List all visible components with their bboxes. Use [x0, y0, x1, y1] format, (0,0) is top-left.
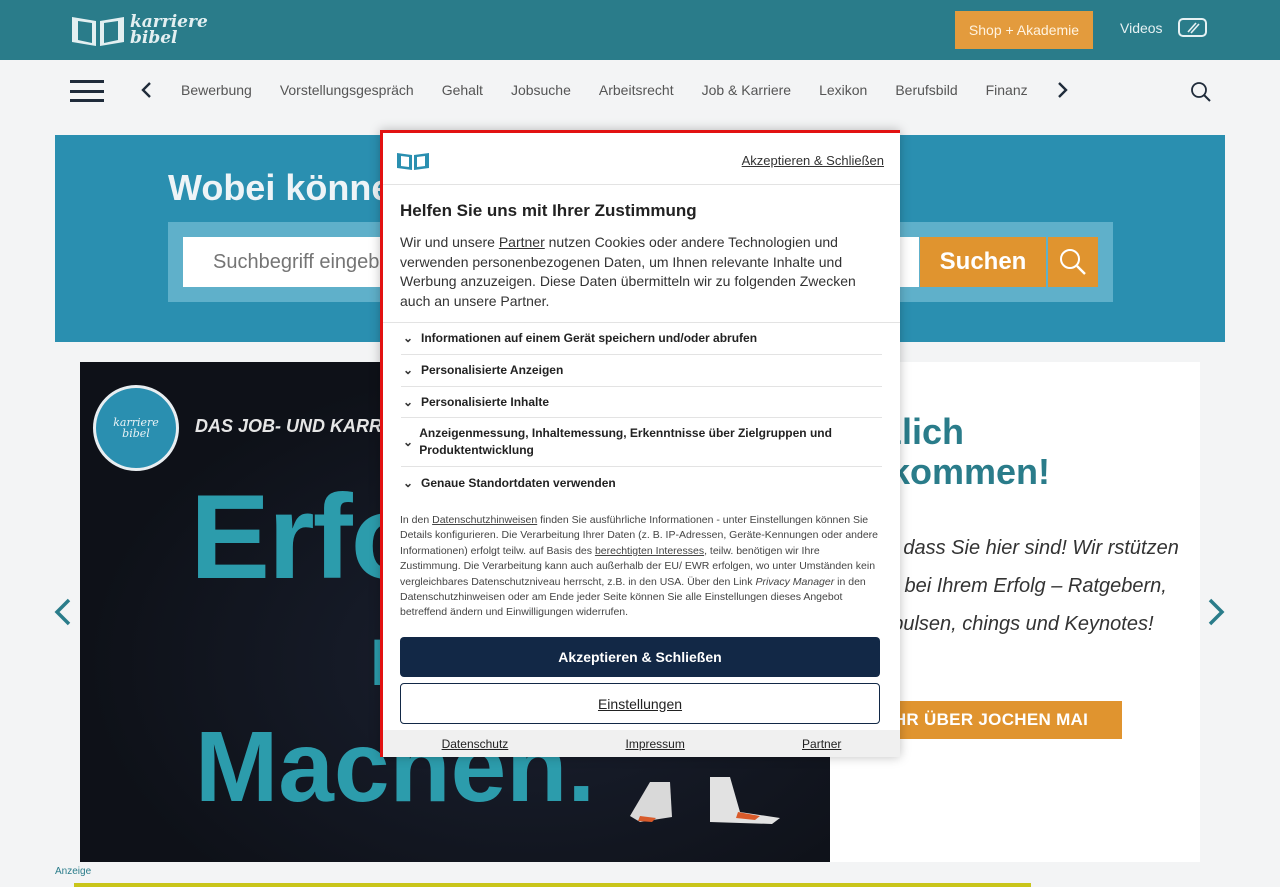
privacy-notice-link[interactable]: Datenschutzhinweisen — [432, 514, 537, 526]
nav-item-bewerbung[interactable]: Bewerbung — [181, 81, 252, 99]
consent-intro: Wir und unsere Partner nutzen Cookies od… — [400, 233, 870, 311]
nav-item-jobsuche[interactable]: Jobsuche — [511, 81, 571, 99]
nav-item-lexikon[interactable]: Lexikon — [819, 81, 867, 99]
chevron-down-icon: ⌄ — [403, 363, 414, 377]
settings-button[interactable]: Einstellungen — [400, 683, 880, 724]
slide-heading-line2: llkommen! — [870, 451, 1051, 492]
slide-tagline: DAS JOB- UND KARR — [195, 416, 383, 436]
consent-dialog: Akzeptieren & Schließen Helfen Sie uns m… — [380, 130, 900, 757]
nav-item-vorstellungsgespraech[interactable]: Vorstellungsgespräch — [280, 81, 414, 99]
video-icon — [1177, 18, 1207, 37]
purpose-item[interactable]: ⌄ Informationen auf einem Gerät speicher… — [401, 323, 882, 355]
slide-heading: rzlich llkommen! — [870, 412, 1190, 492]
nav-prev-chevron-icon[interactable] — [138, 81, 156, 99]
nav-next-chevron-icon[interactable] — [1053, 81, 1071, 99]
book-logo-icon — [397, 153, 429, 170]
search-icon — [1060, 249, 1086, 275]
ad-banner-strip[interactable] — [74, 883, 1031, 887]
purpose-item[interactable]: ⌄ Personalisierte Anzeigen — [401, 355, 882, 387]
purpose-list: ⌄ Informationen auf einem Gerät speicher… — [383, 322, 900, 499]
top-bar: karriere bibel Shop + Akademie Videos — [0, 0, 1280, 60]
hero-title: Wobei könne — [168, 167, 392, 208]
videos-label: Videos — [1120, 19, 1163, 36]
slide-heading-line1: rzlich — [870, 411, 965, 452]
nav-item-gehalt[interactable]: Gehalt — [442, 81, 483, 99]
privacy-link[interactable]: Datenschutz — [442, 737, 509, 751]
slider-prev-arrow-icon[interactable] — [52, 597, 74, 627]
logo-wordmark: karriere bibel — [130, 14, 208, 48]
details-text-1: In den — [400, 514, 433, 526]
chevron-down-icon: ⌄ — [403, 434, 414, 449]
slide-text-panel: rzlich llkommen! ön, dass Sie hier sind!… — [870, 412, 1190, 643]
search-icon-button[interactable] — [1048, 237, 1098, 287]
ad-label: Anzeige — [55, 866, 92, 877]
chevron-down-icon: ⌄ — [403, 394, 414, 409]
accept-close-link[interactable]: Akzeptieren & Schließen — [742, 153, 884, 168]
purpose-item[interactable]: ⌄ Personalisierte Inhalte — [401, 387, 882, 418]
purpose-item[interactable]: ⌄ Anzeigenmessung, Inhaltemessung, Erken… — [401, 418, 882, 467]
slider-next-arrow-icon[interactable] — [1205, 597, 1227, 627]
consent-header: Akzeptieren & Schließen — [383, 133, 900, 185]
accept-close-button[interactable]: Akzeptieren & Schließen — [400, 637, 880, 677]
imprint-link[interactable]: Impressum — [625, 737, 684, 751]
site-logo[interactable]: karriere bibel — [70, 12, 208, 48]
nav-item-job-karriere[interactable]: Job & Karriere — [702, 81, 791, 99]
purpose-item[interactable]: ⌄ Genaue Standortdaten verwenden — [401, 467, 882, 499]
nav-items: Bewerbung Vorstellungsgespräch Gehalt Jobsu… — [166, 81, 1046, 101]
nav-item-arbeitsrecht[interactable]: Arbeitsrecht — [599, 81, 674, 99]
book-logo-icon — [72, 17, 124, 46]
consent-title: Helfen Sie uns mit Ihrer Zustimmung — [400, 201, 697, 220]
partner-link[interactable]: Partner — [499, 234, 545, 250]
slide-body: ön, dass Sie hier sind! Wir rstützen Sie… — [870, 537, 1179, 635]
search-button[interactable]: Suchen — [920, 237, 1046, 287]
nav-item-berufsbild[interactable]: Berufsbild — [895, 81, 957, 99]
nav-item-finanzen[interactable]: Finanz — [986, 81, 1028, 99]
main-nav: Bewerbung Vorstellungsgespräch Gehalt Jobsu… — [0, 60, 1280, 120]
purpose-label: Informationen auf einem Gerät speichern … — [421, 331, 758, 345]
partner-footer-link[interactable]: Partner — [802, 737, 841, 751]
purpose-label: Genaue Standortdaten verwenden — [421, 475, 616, 490]
chevron-down-icon: ⌄ — [403, 475, 414, 490]
slide-logo-badge: karriere bibel — [93, 385, 179, 471]
consent-intro-pre: Wir und unsere — [400, 234, 499, 250]
videos-link[interactable]: Videos — [1120, 18, 1207, 37]
logo-line2: bibel — [130, 28, 178, 48]
slide-logo-line2: bibel — [122, 427, 150, 440]
shop-akademie-button[interactable]: Shop + Akademie — [955, 11, 1093, 49]
privacy-manager-text: Privacy Manager — [755, 575, 835, 588]
purpose-label: Anzeigenmessung, Inhaltemessung, Erkennt… — [419, 426, 832, 457]
chevron-down-icon: ⌄ — [403, 331, 414, 345]
purpose-label: Personalisierte Anzeigen — [421, 363, 564, 377]
legitimate-interest-link[interactable]: berechtigten Interesses — [595, 545, 704, 557]
nav-search-icon[interactable] — [1190, 81, 1212, 103]
shoes-illustration — [630, 777, 780, 824]
hamburger-menu-icon[interactable] — [70, 80, 104, 102]
consent-footer: Datenschutz Impressum Partner — [383, 730, 900, 757]
consent-details: In den Datenschutzhinweisen finden Sie a… — [400, 513, 882, 621]
purpose-label: Personalisierte Inhalte — [421, 394, 550, 409]
